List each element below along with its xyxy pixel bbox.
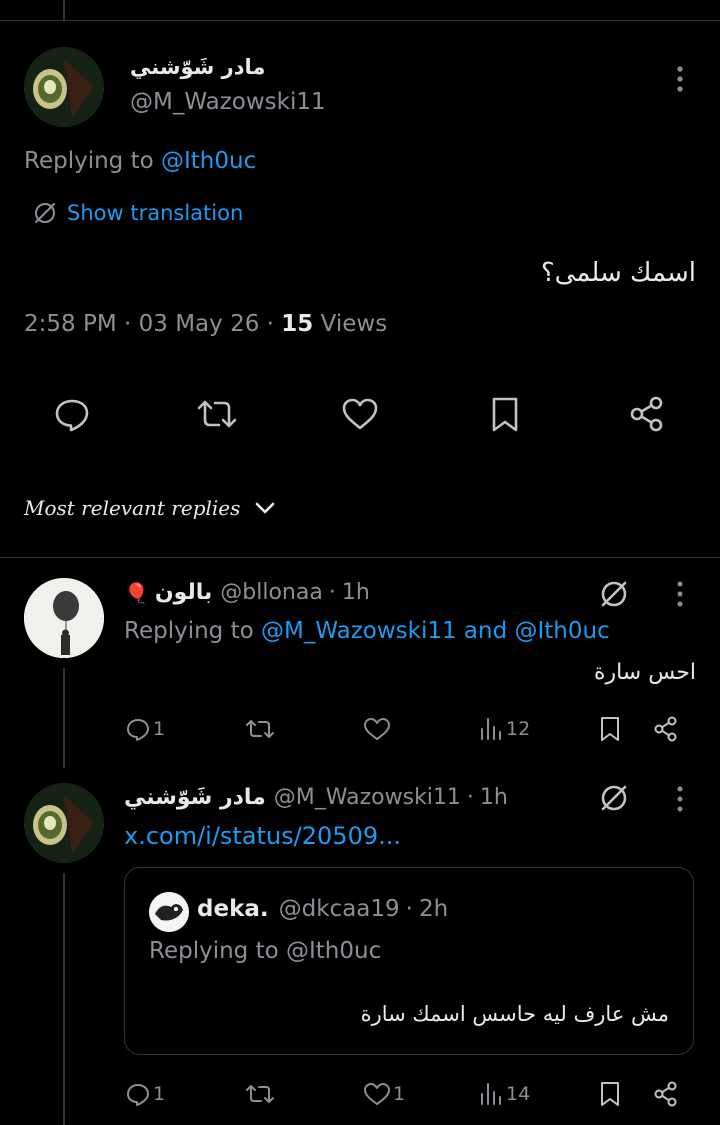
quoted-text: مش عارف ليه حاسس اسمك سارة [360, 1002, 669, 1026]
show-translation-label: Show translation [67, 201, 244, 225]
like-count: 1 [393, 1083, 406, 1105]
chevron-down-icon [254, 500, 276, 516]
analytics-icon [478, 715, 504, 743]
thread-line [63, 668, 65, 768]
handle[interactable]: @M_Wazowski11 [130, 89, 326, 115]
replies-divider [0, 557, 720, 558]
thread-line-top [63, 0, 65, 20]
handle[interactable]: @M_Wazowski11 [274, 785, 461, 810]
replying-to: Replying to @Ith0uc [24, 148, 256, 174]
translate-off-icon[interactable] [598, 578, 630, 610]
replying-to-label: Replying to [124, 618, 254, 644]
display-name[interactable]: بالون [155, 580, 212, 605]
translate-off-icon [32, 200, 58, 226]
show-translation-button[interactable]: Show translation [32, 200, 243, 226]
like-icon[interactable] [362, 715, 392, 743]
thread-line [63, 873, 65, 1125]
quoted-replying-to: Replying to @Ith0uc [149, 938, 381, 964]
views-label: Views [320, 311, 388, 337]
like-icon [362, 1080, 392, 1108]
replying-to: Replying to @M_Wazowski11 and @Ith0uc [124, 618, 610, 644]
view-count: 14 [506, 1083, 531, 1105]
avatar[interactable] [24, 783, 104, 863]
translate-off-icon[interactable] [598, 782, 630, 814]
reply-age[interactable]: 1h [342, 580, 370, 605]
display-name: deka. [197, 896, 269, 922]
replying-to-user: @Ith0uc [285, 938, 382, 964]
emoji-balloon: 🎈 [124, 580, 149, 605]
handle[interactable]: @bllonaa [220, 580, 323, 605]
like-icon[interactable] [340, 394, 380, 434]
share-icon[interactable] [652, 1080, 680, 1108]
share-icon[interactable] [652, 715, 680, 743]
reply-age[interactable]: 1h [480, 785, 508, 810]
avatar[interactable] [24, 47, 104, 127]
more-options-icon[interactable] [668, 64, 692, 94]
tweet-time[interactable]: 2:58 PM [24, 311, 117, 337]
quoted-tweet-card[interactable]: deka. @dkcaa19 · 2h Replying to @Ith0uc … [124, 867, 694, 1055]
quoted-age: 2h [418, 896, 449, 922]
display-name[interactable]: مادر شَوّشني [124, 785, 266, 810]
reply-text: احس سارة [593, 660, 696, 685]
replying-to-user-link[interactable]: @Ith0uc [161, 148, 256, 174]
avatar [149, 892, 189, 932]
replying-to-label: Replying to [149, 938, 279, 964]
reply-icon[interactable] [52, 394, 92, 434]
views-button[interactable]: 12 [478, 715, 530, 743]
display-name[interactable]: مادر شَوّشني [130, 55, 265, 79]
more-options-icon[interactable] [668, 785, 692, 813]
like-button[interactable]: 1 [362, 1080, 405, 1108]
tweet-text: اسمك سلمى؟ [540, 258, 696, 288]
reply-count: 1 [153, 718, 166, 740]
replying-to-label: Replying to [24, 148, 154, 174]
repost-icon[interactable] [244, 715, 276, 743]
reply-count: 1 [153, 1083, 166, 1105]
replies-sort-dropdown[interactable]: Most relevant replies [24, 496, 276, 520]
status-link[interactable]: x.com/i/status/20509... [124, 822, 401, 850]
view-count: 12 [506, 718, 531, 740]
more-options-icon[interactable] [668, 580, 692, 608]
reply-icon [124, 1080, 152, 1108]
quoted-header: deka. @dkcaa19 · 2h [197, 896, 449, 922]
tweet-date[interactable]: 03 May 26 [139, 311, 260, 337]
bookmark-icon[interactable] [596, 715, 624, 743]
reply-header: مادر شَوّشني @M_Wazowski11 · 1h [124, 785, 508, 810]
replies-sort-label: Most relevant replies [24, 496, 241, 520]
share-icon[interactable] [627, 394, 667, 434]
bookmark-icon[interactable] [485, 394, 525, 434]
top-divider [0, 20, 720, 21]
reply-button[interactable]: 1 [124, 1080, 165, 1108]
repost-icon[interactable] [244, 1080, 276, 1108]
bookmark-icon[interactable] [596, 1080, 624, 1108]
tweet-meta: 2:58 PM · 03 May 26 · 15 Views [24, 311, 388, 337]
views-button[interactable]: 14 [478, 1080, 530, 1108]
reply-header: 🎈 بالون @bllonaa · 1h [124, 580, 370, 605]
analytics-icon [478, 1080, 504, 1108]
views-count: 15 [281, 311, 314, 337]
reply-button[interactable]: 1 [124, 715, 165, 743]
replying-to-users-link[interactable]: @M_Wazowski11 and @Ith0uc [261, 618, 610, 644]
repost-icon[interactable] [195, 394, 239, 434]
avatar[interactable] [24, 578, 104, 658]
reply-icon [124, 715, 152, 743]
handle: @dkcaa19 [278, 896, 400, 922]
